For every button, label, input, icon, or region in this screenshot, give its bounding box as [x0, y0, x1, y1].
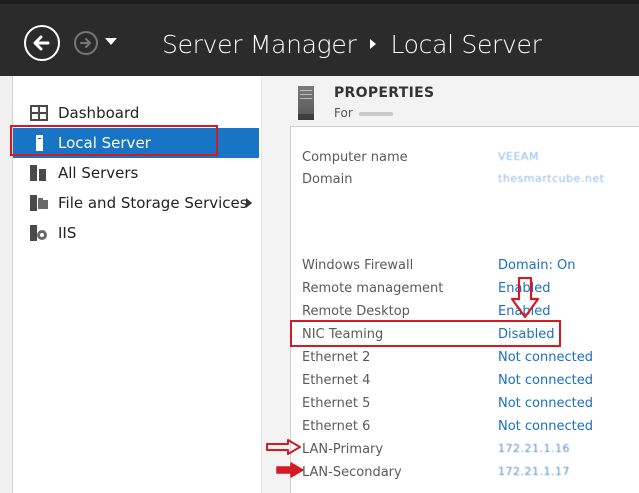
property-key: LAN-Primary — [302, 442, 384, 457]
property-key: Computer name — [302, 150, 408, 165]
property-row-windows-firewall: Windows Firewall Domain: On — [291, 256, 639, 276]
arrow-right-icon — [80, 38, 91, 48]
forward-button[interactable] — [74, 31, 98, 55]
property-row-computer-name: Computer name VEEAM — [291, 148, 639, 168]
property-row-remote-desktop: Remote Desktop Enabled — [291, 302, 639, 322]
property-value-link[interactable]: Not connected — [498, 396, 593, 411]
property-value-link[interactable]: Not connected — [498, 373, 593, 388]
property-row-ethernet-5: Ethernet 5 Not connected — [291, 394, 639, 414]
back-button[interactable] — [24, 25, 60, 61]
sidebar-item-local-server[interactable]: Local Server — [13, 128, 259, 158]
annotation-arrow-lan-secondary-icon — [276, 462, 304, 478]
sidebar-item-label: IIS — [58, 224, 77, 242]
property-value-link[interactable]: 172.21.1.17 — [498, 465, 570, 478]
property-row-remote-management: Remote management Enabled — [291, 279, 639, 299]
property-key: Ethernet 4 — [302, 373, 371, 388]
servers-icon — [30, 165, 46, 181]
property-value-link[interactable]: 172.21.1.16 — [498, 442, 570, 455]
property-value-link[interactable]: Not connected — [498, 350, 593, 365]
redacted-server-name — [358, 111, 393, 116]
server-properties-icon — [298, 86, 314, 120]
breadcrumb-separator-icon — [370, 39, 377, 49]
sidebar-item-label: File and Storage Services — [58, 194, 248, 212]
arrow-left-icon — [33, 35, 50, 51]
property-key: Ethernet 2 — [302, 350, 371, 365]
property-key: Ethernet 6 — [302, 419, 371, 434]
server-icon — [36, 135, 43, 151]
properties-title: PROPERTIES — [334, 85, 435, 101]
storage-icon — [30, 195, 48, 211]
property-key: Remote Desktop — [302, 304, 410, 319]
breadcrumb-root[interactable]: Server Manager — [162, 30, 357, 59]
property-row-ethernet-2: Ethernet 2 Not connected — [291, 348, 639, 368]
property-row-ethernet-4: Ethernet 4 Not connected — [291, 371, 639, 391]
property-value-link[interactable]: Not connected — [498, 419, 593, 434]
property-key: LAN-Secondary — [302, 465, 402, 480]
property-key: Ethernet 5 — [302, 396, 371, 411]
sidebar-item-all-servers[interactable]: All Servers — [13, 158, 261, 188]
properties-subtitle: For — [334, 106, 393, 120]
sidebar-item-label: All Servers — [58, 164, 139, 182]
title-bar: Server Manager Local Server — [0, 0, 639, 76]
iis-icon — [30, 225, 47, 241]
sidebar-item-iis[interactable]: IIS — [13, 218, 261, 248]
window-edge — [0, 76, 13, 493]
annotation-highlight-nic-teaming — [290, 320, 561, 347]
property-value-link[interactable]: VEEAM — [498, 150, 539, 163]
sidebar-item-dashboard[interactable]: Dashboard — [13, 98, 261, 128]
property-row-lan-secondary: LAN-Secondary 172.21.1.17 — [291, 463, 639, 483]
breadcrumb-current: Local Server — [390, 29, 542, 59]
property-value-link[interactable]: Domain: On — [498, 258, 575, 273]
properties-panel: Computer name VEEAM Domain thesmartcube.… — [290, 126, 639, 493]
property-key: Remote management — [302, 281, 444, 296]
property-key: Windows Firewall — [302, 258, 414, 273]
expand-arrow-icon[interactable] — [246, 198, 252, 208]
sidebar-item-label: Dashboard — [58, 104, 140, 122]
property-key: Domain — [302, 172, 353, 187]
dashboard-icon — [30, 105, 48, 121]
property-row-domain: Domain thesmartcube.net — [291, 170, 639, 190]
sidebar-item-label: Local Server — [58, 134, 151, 152]
history-dropdown-icon[interactable] — [105, 38, 117, 45]
annotation-down-arrow-icon — [510, 277, 540, 319]
annotation-arrow-lan-primary-icon — [266, 439, 301, 455]
sidebar: Dashboard Local Server All Servers File … — [13, 76, 261, 493]
properties-subtitle-prefix: For — [334, 106, 353, 120]
breadcrumb: Server Manager Local Server — [162, 26, 542, 62]
property-row-lan-primary: LAN-Primary 172.21.1.16 — [291, 440, 639, 460]
sidebar-item-file-storage[interactable]: File and Storage Services — [13, 188, 261, 218]
property-row-ethernet-6: Ethernet 6 Not connected — [291, 417, 639, 437]
property-value-link[interactable]: thesmartcube.net — [498, 172, 604, 185]
